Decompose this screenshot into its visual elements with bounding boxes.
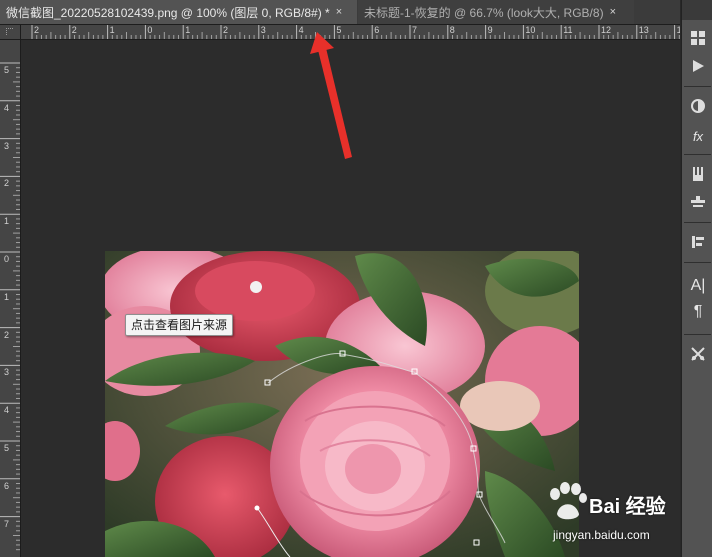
ruler-v-label: 3	[4, 140, 10, 151]
ruler-h-label: 14	[677, 25, 680, 35]
ruler-h-label: 5	[336, 25, 342, 35]
document-tab-bar: 微信截图_20220528102439.png @ 100% (图层 0, RG…	[0, 0, 680, 25]
panel-separator	[684, 222, 711, 223]
tab-inactive-document[interactable]: 未标题-1-恢复的 @ 66.7% (look大大, RGB/8) ×	[358, 0, 634, 24]
tools-icon[interactable]	[688, 344, 708, 364]
panel-separator	[684, 334, 711, 335]
baidu-jingyan-watermark: Bai 经验 jingyan.baidu.com	[545, 478, 685, 548]
ruler-h-label: 7	[412, 25, 418, 35]
paragraph-icon[interactable]: ¶	[688, 302, 708, 322]
watermark-url: jingyan.baidu.com	[553, 528, 650, 542]
ruler-h-label: 0	[147, 25, 153, 35]
ruler-h-label: 3	[260, 25, 266, 35]
horizontal-ruler[interactable]: 22101234567891011121314	[21, 25, 680, 40]
image-source-tooltip[interactable]: 点击查看图片来源	[125, 314, 234, 336]
fx-icon[interactable]: fx	[688, 126, 708, 146]
ruler-h-label: 6	[374, 25, 380, 35]
ruler-h-label: 1	[109, 25, 115, 35]
ruler-v-label: 1	[4, 216, 10, 227]
ruler-v-label: 2	[4, 329, 10, 340]
ruler-h-label: 10	[525, 25, 536, 35]
ruler-origin-corner[interactable]	[0, 25, 21, 40]
tab-title: 未标题-1-恢复的 @ 66.7% (look大大, RGB/8)	[364, 5, 604, 20]
ruler-v-label: 5	[4, 443, 10, 453]
tab-close-icon[interactable]: ×	[336, 6, 342, 18]
ruler-v-label: 3	[4, 367, 10, 378]
adjust-icon[interactable]	[688, 96, 708, 116]
paw-logo-icon	[550, 482, 587, 520]
ruler-h-label: 2	[71, 25, 77, 35]
watermark-brand: Bai 经验	[589, 496, 666, 518]
ruler-v-label: 2	[4, 178, 10, 189]
play-icon[interactable]	[688, 56, 708, 76]
ruler-v-label: 0	[4, 254, 10, 264]
panel-separator	[684, 154, 711, 155]
brush-icon[interactable]	[688, 164, 708, 184]
panel-separator	[684, 262, 711, 263]
panel-grip[interactable]	[682, 0, 712, 20]
vertical-ruler[interactable]: 5 4 3 2 1 0 1 2 3 4 5 6 7	[0, 40, 21, 557]
ruler-v-label: 4	[4, 102, 10, 113]
ruler-h-label: 13	[638, 25, 649, 35]
camellia-photo[interactable]	[105, 251, 579, 557]
ruler-v-label: 1	[4, 291, 10, 302]
tab-close-icon[interactable]: ×	[610, 6, 616, 18]
align-icon[interactable]	[688, 232, 708, 252]
ruler-h-label: 12	[601, 25, 612, 35]
ruler-v-label: 6	[4, 480, 10, 491]
swatches-icon[interactable]	[688, 28, 708, 48]
tab-active-document[interactable]: 微信截图_20220528102439.png @ 100% (图层 0, RG…	[0, 0, 357, 24]
type-icon[interactable]: A|	[688, 276, 708, 296]
right-tool-panel: fx A| ¶	[681, 0, 712, 557]
ruler-h-label: 9	[487, 25, 493, 35]
ruler-v-label: 4	[4, 405, 10, 416]
ruler-h-label: 1	[185, 25, 191, 35]
ruler-v-label: 7	[4, 518, 10, 529]
ruler-h-label: 11	[563, 25, 573, 35]
panel-separator	[684, 86, 711, 87]
ruler-v-label: 5	[4, 65, 10, 75]
ruler-h-label: 2	[223, 25, 229, 35]
ruler-h-label: 8	[449, 25, 455, 35]
tab-title: 微信截图_20220528102439.png @ 100% (图层 0, RG…	[6, 5, 330, 20]
ruler-h-label: 4	[298, 25, 304, 35]
ruler-h-label: 2	[34, 25, 40, 35]
stamp-icon[interactable]	[688, 192, 708, 212]
